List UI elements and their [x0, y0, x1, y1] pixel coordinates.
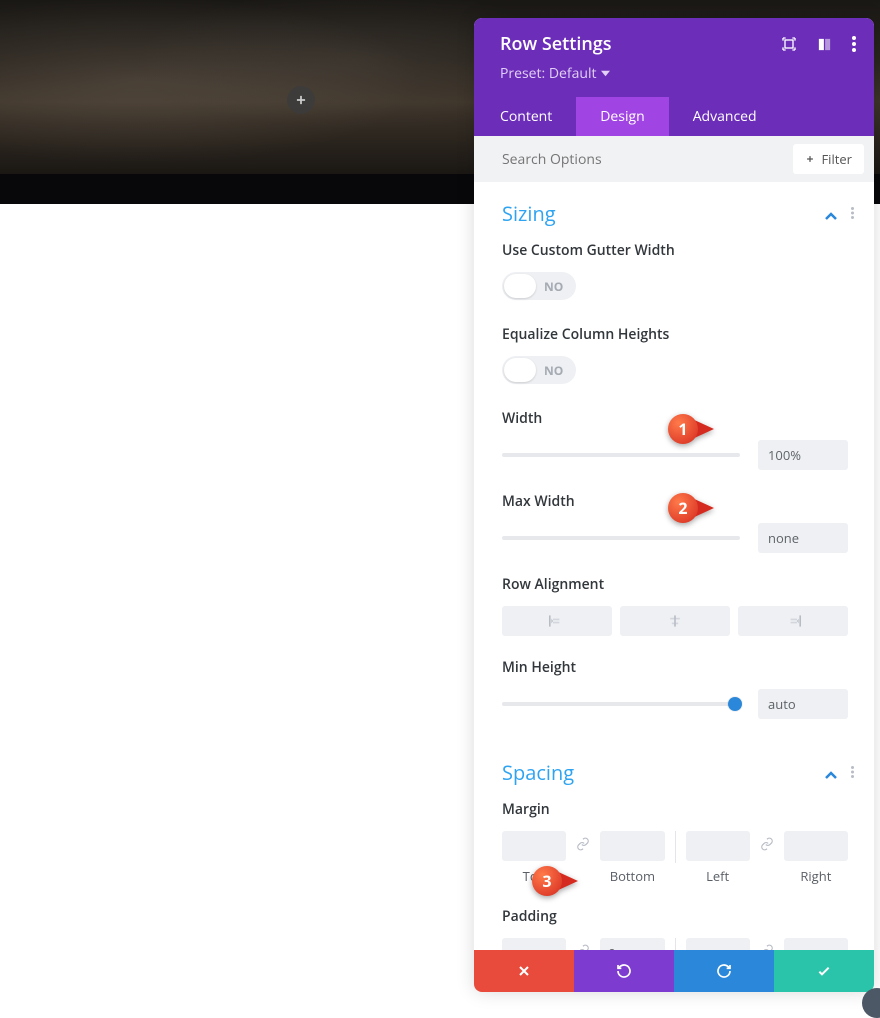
padding-label: Padding: [502, 907, 848, 926]
chevron-up-icon[interactable]: [825, 762, 837, 784]
custom-gutter-label: Use Custom Gutter Width: [502, 241, 848, 260]
panel-header: Row Settings Preset: Default: [474, 18, 874, 97]
filter-button[interactable]: Filter: [793, 144, 864, 174]
min-height-input[interactable]: auto: [758, 689, 848, 719]
equalize-label: Equalize Column Heights: [502, 325, 848, 344]
expand-icon[interactable]: [781, 36, 797, 52]
tabs: Content Design Advanced: [474, 97, 874, 136]
padding-left-input[interactable]: [686, 938, 750, 950]
cancel-button[interactable]: [474, 950, 574, 992]
min-height-label: Min Height: [502, 658, 848, 677]
section-spacing-head[interactable]: Spacing: [502, 741, 862, 800]
panel-body[interactable]: Sizing Use Custom Gutter Width NO Equali…: [474, 182, 874, 950]
link-icon[interactable]: [574, 831, 592, 851]
margin-left-input[interactable]: [686, 831, 750, 861]
width-label: Width: [502, 409, 848, 428]
min-height-slider[interactable]: [502, 702, 740, 706]
link-icon[interactable]: [758, 938, 776, 950]
link-icon[interactable]: [758, 831, 776, 851]
panel-title: Row Settings: [500, 32, 612, 56]
custom-gutter-toggle[interactable]: NO: [502, 272, 576, 300]
margin-top-input[interactable]: [502, 831, 566, 861]
save-button[interactable]: [774, 950, 874, 992]
width-input[interactable]: 100%: [758, 440, 848, 470]
row-align-label: Row Alignment: [502, 575, 848, 594]
tab-advanced[interactable]: Advanced: [669, 97, 781, 136]
width-slider[interactable]: [502, 453, 740, 457]
search-bar: Filter: [474, 136, 874, 182]
tab-content[interactable]: Content: [474, 97, 576, 136]
preset-label: Preset: Default: [500, 64, 596, 83]
redo-button[interactable]: [674, 950, 774, 992]
align-right-button[interactable]: [738, 606, 848, 636]
link-icon[interactable]: [574, 938, 592, 950]
align-left-button[interactable]: [502, 606, 612, 636]
panel-menu-icon[interactable]: [852, 36, 856, 52]
max-width-label: Max Width: [502, 492, 848, 511]
section-sizing-head[interactable]: Sizing: [502, 182, 862, 241]
panel-footer: [474, 950, 874, 992]
max-width-slider[interactable]: [502, 536, 740, 540]
section-menu-icon[interactable]: [851, 762, 854, 784]
tab-design[interactable]: Design: [576, 97, 668, 136]
undo-button[interactable]: [574, 950, 674, 992]
section-title: Sizing: [502, 200, 556, 227]
equalize-toggle[interactable]: NO: [502, 356, 576, 384]
padding-right-input[interactable]: [784, 938, 848, 950]
section-menu-icon[interactable]: [851, 203, 854, 225]
preset-dropdown[interactable]: Preset: Default: [500, 64, 856, 83]
align-center-button[interactable]: [620, 606, 730, 636]
section-title: Spacing: [502, 759, 574, 786]
filter-label: Filter: [821, 150, 852, 168]
margin-bottom-input[interactable]: [600, 831, 664, 861]
settings-panel: Row Settings Preset: Default Content Des…: [474, 18, 874, 992]
add-section-button[interactable]: [287, 86, 315, 114]
search-input[interactable]: [502, 150, 783, 169]
chevron-up-icon[interactable]: [825, 203, 837, 225]
margin-label: Margin: [502, 800, 848, 819]
snap-icon[interactable]: [817, 37, 832, 52]
resize-handle[interactable]: [862, 988, 880, 1018]
margin-right-input[interactable]: [784, 831, 848, 861]
max-width-input[interactable]: none: [758, 523, 848, 553]
padding-top-input[interactable]: [502, 938, 566, 950]
padding-bottom-input[interactable]: 0px: [600, 938, 664, 950]
